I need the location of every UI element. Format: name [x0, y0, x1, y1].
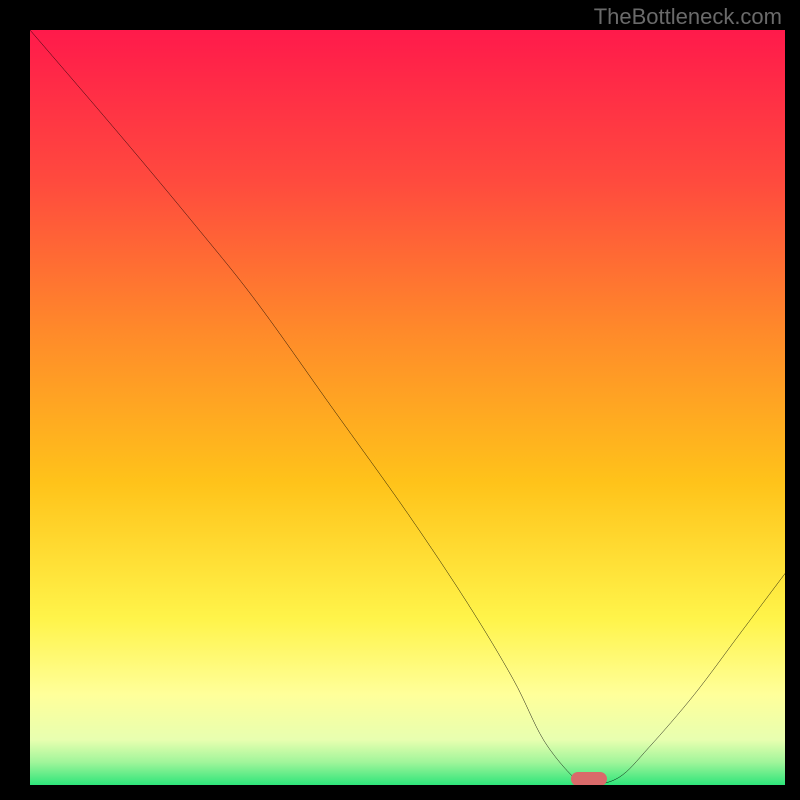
minimum-marker	[571, 772, 607, 785]
bottleneck-curve	[30, 30, 785, 785]
watermark-text: TheBottleneck.com	[594, 4, 782, 30]
plot-area	[30, 30, 785, 785]
